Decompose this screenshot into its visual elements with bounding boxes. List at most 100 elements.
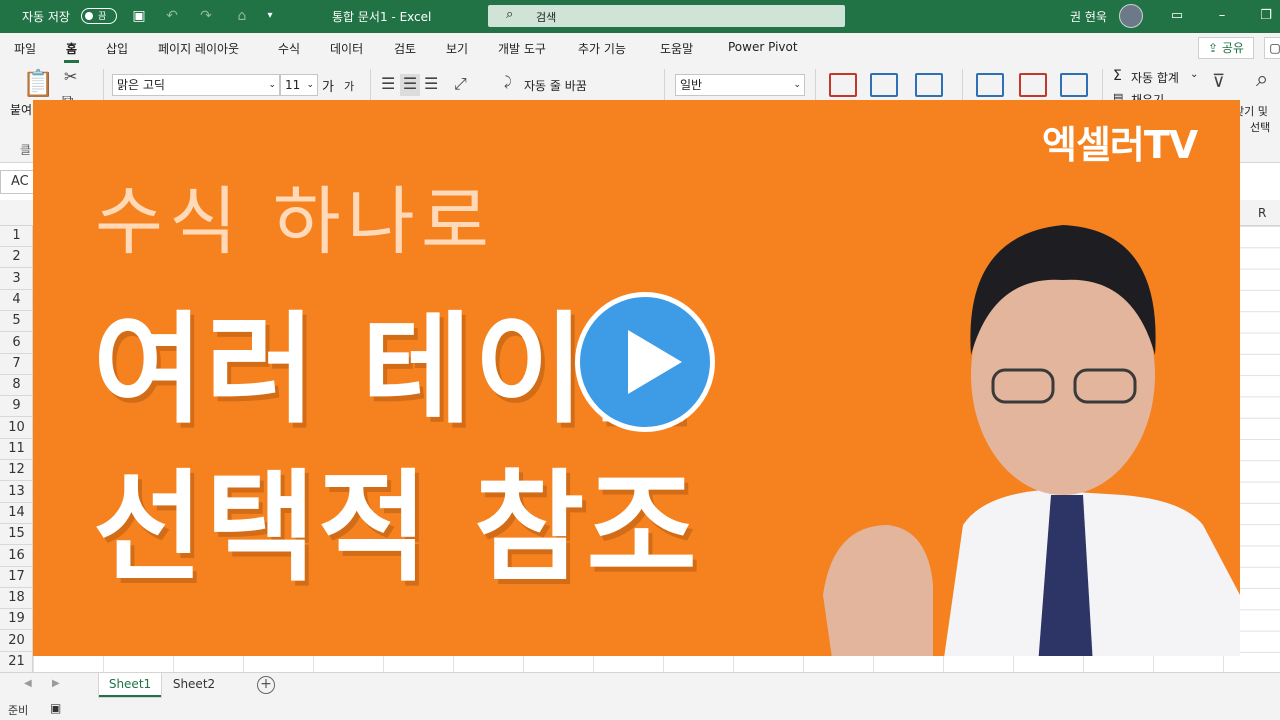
macro-record-icon[interactable]: ▣ [50, 701, 61, 715]
row-header[interactable]: 2 [0, 247, 33, 269]
video-thumbnail[interactable]: 엑셀러TV 수식 하나로 여러 테이블 선택적 참조 [33, 100, 1240, 656]
tab-help[interactable]: 도움말 [660, 40, 693, 57]
ribbon-tabs: 파일 홈 삽입 페이지 레이아웃 수식 데이터 검토 보기 개발 도구 추가 기… [0, 33, 1280, 63]
font-name-select[interactable]: 맑은 고딕 ⌄ [112, 74, 280, 96]
autosave-label: 자동 저장 [22, 10, 70, 24]
customize-qa-icon[interactable]: ▾ [260, 6, 280, 26]
row-header[interactable]: 3 [0, 269, 33, 290]
minimize-icon[interactable]: – [1210, 6, 1234, 26]
tab-data[interactable]: 데이터 [330, 40, 363, 57]
shrink-font-button[interactable]: 가 [344, 78, 354, 94]
autosave-state: 끔 [98, 12, 107, 22]
share-button[interactable]: ⇪ 공유 [1198, 37, 1254, 59]
row-header[interactable]: 18 [0, 588, 33, 610]
format-cells-icon[interactable] [1060, 73, 1088, 97]
save-icon[interactable]: ▣ [129, 6, 149, 26]
column-header-r[interactable]: R [1258, 206, 1266, 220]
sheet-nav-prev-icon[interactable]: ◀ [24, 678, 32, 689]
insert-cells-icon[interactable] [976, 73, 1004, 97]
row-header[interactable]: 9 [0, 396, 33, 418]
sort-filter-icon[interactable]: ⊽ [1212, 71, 1225, 92]
row-header[interactable]: 14 [0, 503, 33, 524]
number-format-select[interactable]: 일반 ⌄ [675, 74, 805, 96]
tab-developer[interactable]: 개발 도구 [498, 40, 546, 57]
delete-cells-icon[interactable] [1019, 73, 1047, 97]
row-header[interactable]: 16 [0, 546, 33, 567]
cell-styles-icon[interactable] [915, 73, 943, 97]
row-header[interactable]: 12 [0, 460, 33, 482]
row-header[interactable]: 1 [0, 226, 33, 247]
sheet-nav-next-icon[interactable]: ▶ [52, 678, 60, 689]
row-headers: 1 2 3 4 5 6 7 8 9 10 11 12 13 14 15 16 1… [0, 226, 33, 673]
sheet-tab-sheet1[interactable]: Sheet1 [99, 673, 161, 697]
restore-icon[interactable]: ❐ [1254, 6, 1278, 26]
wrap-text-icon: ⤸ [504, 75, 512, 90]
tab-review[interactable]: 검토 [394, 40, 416, 57]
search-placeholder: 검색 [536, 11, 557, 24]
redo-icon[interactable]: ↷ [196, 6, 216, 26]
tab-formulas[interactable]: 수식 [278, 40, 300, 57]
row-header[interactable]: 10 [0, 418, 33, 439]
tab-page-layout[interactable]: 페이지 레이아웃 [158, 40, 239, 57]
status-bar: 준비 ▣ [0, 698, 1280, 720]
paste-icon[interactable]: 📋 [22, 69, 54, 99]
tab-power-pivot[interactable]: Power Pivot [728, 40, 798, 54]
row-header[interactable]: 7 [0, 354, 33, 375]
number-format-value: 일반 [680, 78, 703, 92]
chevron-down-icon: ⌄ [1190, 69, 1199, 80]
search-icon: ⌕ [506, 7, 514, 22]
cut-icon[interactable]: ✂ [64, 67, 77, 86]
select-label: 선택 [1250, 121, 1271, 134]
avatar[interactable] [1119, 4, 1143, 28]
format-as-table-icon[interactable] [870, 73, 898, 97]
undo-icon[interactable]: ↶ [162, 6, 182, 26]
conditional-format-icon[interactable] [829, 73, 857, 97]
grow-font-button[interactable]: 가 [322, 76, 334, 95]
align-middle-icon[interactable]: ☰ [400, 74, 420, 96]
share-icon: ⇪ [1208, 41, 1219, 55]
orientation-icon[interactable]: ⤢ [454, 74, 467, 94]
presenter-photo [823, 225, 1240, 656]
tab-addins[interactable]: 추가 기능 [578, 40, 626, 57]
sheet-tab-sheet2[interactable]: Sheet2 [164, 673, 224, 697]
align-bottom-icon[interactable]: ☰ [424, 74, 438, 93]
paste-label[interactable]: 붙여 [10, 101, 32, 118]
autosave-toggle[interactable]: 끔 [81, 8, 117, 24]
play-icon [628, 330, 682, 394]
tab-view[interactable]: 보기 [446, 40, 468, 57]
wrap-text-button[interactable]: 자동 줄 바꿈 [524, 77, 587, 94]
tab-file[interactable]: 파일 [14, 40, 36, 57]
align-top-icon[interactable]: ☰ [381, 74, 395, 93]
find-icon[interactable]: ⌕ [1256, 67, 1268, 92]
toggle-knob [85, 12, 93, 20]
excel-window: 자동 저장 끔 ▣ ↶ ↷ ⌂ ▾ 통합 문서1 - Excel ⌕ 검색 권 … [0, 0, 1280, 720]
comments-icon[interactable]: ▢ [1264, 37, 1280, 59]
ribbon-display-icon[interactable]: ▭ [1165, 6, 1189, 26]
row-header[interactable]: 4 [0, 290, 33, 311]
row-header[interactable]: 6 [0, 333, 33, 354]
row-header[interactable]: 13 [0, 482, 33, 503]
user-name[interactable]: 권 현욱 [1070, 8, 1107, 25]
font-size-select[interactable]: 11 ⌄ [280, 74, 318, 96]
tab-insert[interactable]: 삽입 [106, 40, 128, 57]
play-button[interactable] [575, 292, 715, 432]
add-sheet-icon[interactable]: + [257, 676, 275, 694]
headline-line-3: 선택적 참조 [93, 459, 699, 598]
brand-logo: 엑셀러TV [1042, 123, 1198, 167]
font-size-value: 11 [285, 78, 301, 92]
headline-line-1: 수식 하나로 [95, 179, 495, 265]
autosum-button[interactable]: 자동 합계 [1131, 69, 1179, 86]
search-box[interactable]: ⌕ 검색 [488, 5, 845, 27]
row-header[interactable]: 11 [0, 439, 33, 460]
row-header[interactable]: 17 [0, 567, 33, 588]
format-painter-qa-icon[interactable]: ⌂ [232, 6, 252, 26]
row-header[interactable]: 5 [0, 311, 33, 333]
tab-home[interactable]: 홈 [63, 40, 80, 63]
chevron-down-icon: ⌄ [306, 80, 314, 90]
row-header[interactable]: 20 [0, 631, 33, 652]
row-header[interactable]: 15 [0, 524, 33, 546]
status-ready: 준비 [8, 704, 29, 717]
row-header[interactable]: 19 [0, 609, 33, 631]
row-header[interactable]: 21 [0, 652, 33, 673]
row-header[interactable]: 8 [0, 375, 33, 397]
